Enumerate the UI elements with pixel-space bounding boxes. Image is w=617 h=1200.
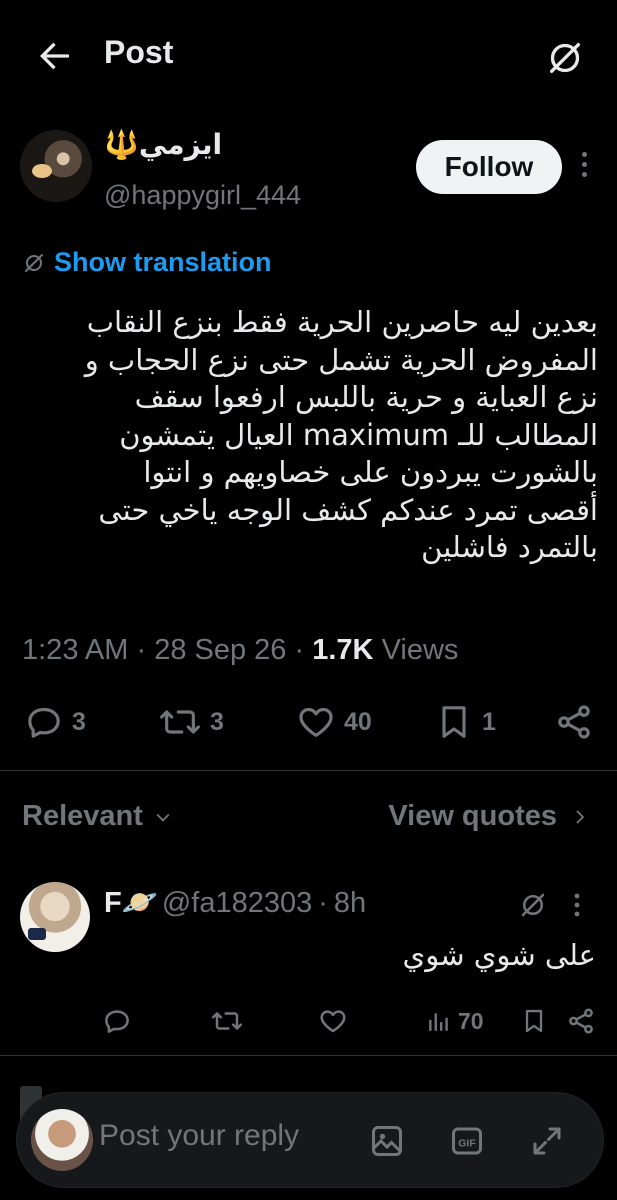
reply-item[interactable]: F🪐 @fa182303 · 8h على شوي شوي 70 (0, 880, 617, 1050)
grok-icon[interactable] (545, 38, 585, 78)
chevron-right-icon (576, 809, 585, 824)
post-text: بعدين ليه حاصرين الحرية فقط بنزع النقاب … (84, 305, 598, 564)
repost-count: 3 (210, 707, 224, 736)
repost-icon (212, 1012, 242, 1030)
grok-icon[interactable] (518, 890, 548, 920)
bookmark-icon (525, 1009, 543, 1033)
reply-button[interactable]: 3 (24, 700, 86, 744)
page-title: Post (104, 34, 174, 70)
my-avatar (31, 1109, 93, 1171)
image-icon[interactable] (369, 1123, 405, 1159)
reply-input[interactable] (99, 1119, 359, 1153)
reply-avatar[interactable] (20, 882, 90, 952)
bookmark-count: 1 (482, 707, 496, 736)
reply-text: على شوي شوي (402, 938, 596, 972)
replies-sort-bar: Relevant View quotes (0, 800, 617, 840)
post-time: 1:23 AM (22, 634, 129, 666)
post-meta: 1:23 AM · 28 Sep 26 · 1.7K Views (22, 634, 459, 666)
reply-count: 3 (72, 707, 86, 736)
like-button[interactable]: 40 (296, 700, 372, 744)
svg-text:GIF: GIF (458, 1137, 476, 1149)
like-count: 40 (344, 707, 372, 736)
reply-share-button[interactable] (566, 1002, 596, 1040)
reply-views-button[interactable]: 70 (426, 1002, 484, 1040)
post-author: ايزمي🔱 @happygirl_444 Follow (0, 126, 617, 216)
share-icon (558, 705, 590, 739)
views-count: 1.7K (312, 634, 374, 666)
author-name[interactable]: ايزمي🔱 (104, 128, 222, 161)
post-date: 28 Sep 26 (154, 634, 287, 666)
reply-like-button[interactable] (318, 1002, 348, 1040)
divider (0, 1055, 617, 1056)
show-translation-link[interactable]: Show translation (22, 247, 272, 278)
reply-icon (28, 707, 60, 738)
expand-icon[interactable] (529, 1123, 565, 1159)
reply-icon (105, 1010, 129, 1033)
views-label: Views (381, 634, 459, 666)
reply-header: F🪐 @fa182303 · 8h (104, 886, 367, 920)
relevant-label: Relevant (22, 800, 143, 832)
share-button[interactable] (554, 700, 594, 744)
arrow-left-icon[interactable] (34, 36, 74, 76)
divider (0, 770, 617, 771)
reply-time: 8h (333, 886, 367, 919)
heart-icon (299, 707, 333, 737)
chevron-down-icon (156, 813, 170, 822)
grok-icon (25, 253, 43, 272)
bookmark-button[interactable]: 1 (434, 700, 496, 744)
gif-icon[interactable]: GIF (449, 1123, 485, 1159)
analytics-icon (429, 1013, 448, 1031)
relevant-sort-dropdown[interactable]: Relevant (22, 800, 173, 833)
post-actions: 3 3 40 1 (0, 700, 617, 750)
reply-bookmark-button[interactable] (520, 1002, 548, 1040)
more-options-icon[interactable] (566, 890, 588, 920)
show-translation-label: Show translation (54, 247, 272, 277)
reply-reply-button[interactable] (102, 1002, 132, 1040)
follow-button[interactable]: Follow (416, 140, 562, 194)
author-handle[interactable]: @happygirl_444 (104, 180, 301, 211)
heart-icon (320, 1010, 346, 1033)
top-bar: Post (0, 0, 617, 112)
more-options-icon[interactable] (574, 148, 594, 188)
author-avatar[interactable] (20, 130, 92, 202)
reply-author-name[interactable]: F🪐 (104, 886, 158, 920)
share-icon (569, 1008, 593, 1034)
reply-author-handle[interactable]: @fa182303 (162, 887, 312, 920)
reply-actions: 70 (0, 1002, 617, 1042)
reply-composer[interactable]: GIF (16, 1092, 604, 1188)
reply-views-count: 70 (458, 1007, 484, 1034)
repost-icon (160, 710, 200, 734)
repost-button[interactable]: 3 (158, 700, 224, 744)
view-quotes-label: View quotes (388, 800, 557, 832)
bookmark-icon (442, 706, 466, 738)
view-quotes-link[interactable]: View quotes (388, 800, 589, 833)
reply-repost-button[interactable] (210, 1002, 244, 1040)
